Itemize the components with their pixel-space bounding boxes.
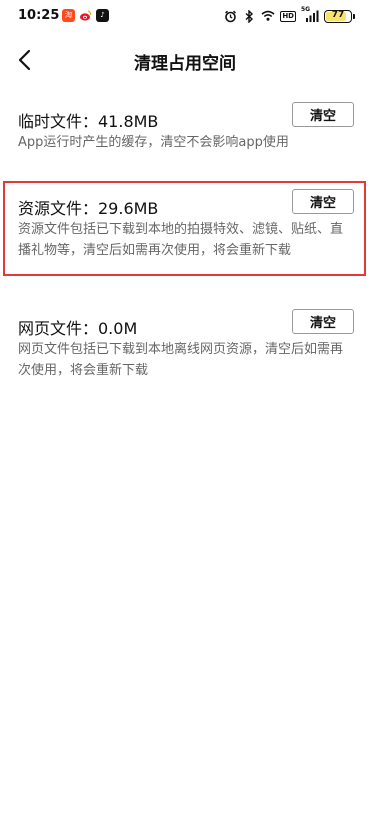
temp-files-description: App运行时产生的缓存，清空不会影响app使用: [18, 135, 289, 150]
web-files-description: 网页文件包括已下载到本地离线网页资源，清空后如需再次使用，将会重新下载: [18, 342, 344, 378]
alarm-icon: [223, 9, 237, 23]
clear-web-files-button[interactable]: 清空: [292, 309, 354, 334]
web-files-title: 网页文件：0.0M: [18, 319, 138, 338]
signal-label: 5G: [301, 6, 311, 13]
temp-files-title: 临时文件：41.8MB: [18, 112, 159, 131]
clear-temp-files-button[interactable]: 清空: [292, 102, 354, 127]
signal-icon: 5G: [301, 6, 319, 23]
taobao-app-icon: 淘: [62, 9, 75, 22]
tiktok-app-icon: ♪: [96, 9, 109, 22]
navigation-bar: 清理占用空间: [0, 34, 370, 86]
battery-icon: 77: [324, 9, 355, 23]
wifi-icon: [261, 9, 275, 23]
resource-files-description: 资源文件包括已下载到本地的拍摄特效、滤镜、贴纸、直播礼物等，清空后如需再次使用，…: [18, 222, 344, 258]
bluetooth-icon: [242, 9, 256, 23]
weibo-app-icon: [79, 9, 92, 22]
system-status-icons: HD 5G 77: [223, 6, 355, 23]
hd-badge: HD: [280, 10, 296, 22]
status-time: 10:25: [18, 8, 60, 23]
page-title: 清理占用空间: [134, 54, 236, 74]
battery-level: 77: [331, 9, 345, 20]
status-bar: 10:25 淘 ♪ HD 5G 77: [0, 0, 370, 34]
clear-resource-files-button[interactable]: 清空: [292, 189, 354, 214]
notification-app-icons: 淘 ♪: [62, 9, 109, 22]
resource-files-title: 资源文件：29.6MB: [18, 199, 159, 218]
